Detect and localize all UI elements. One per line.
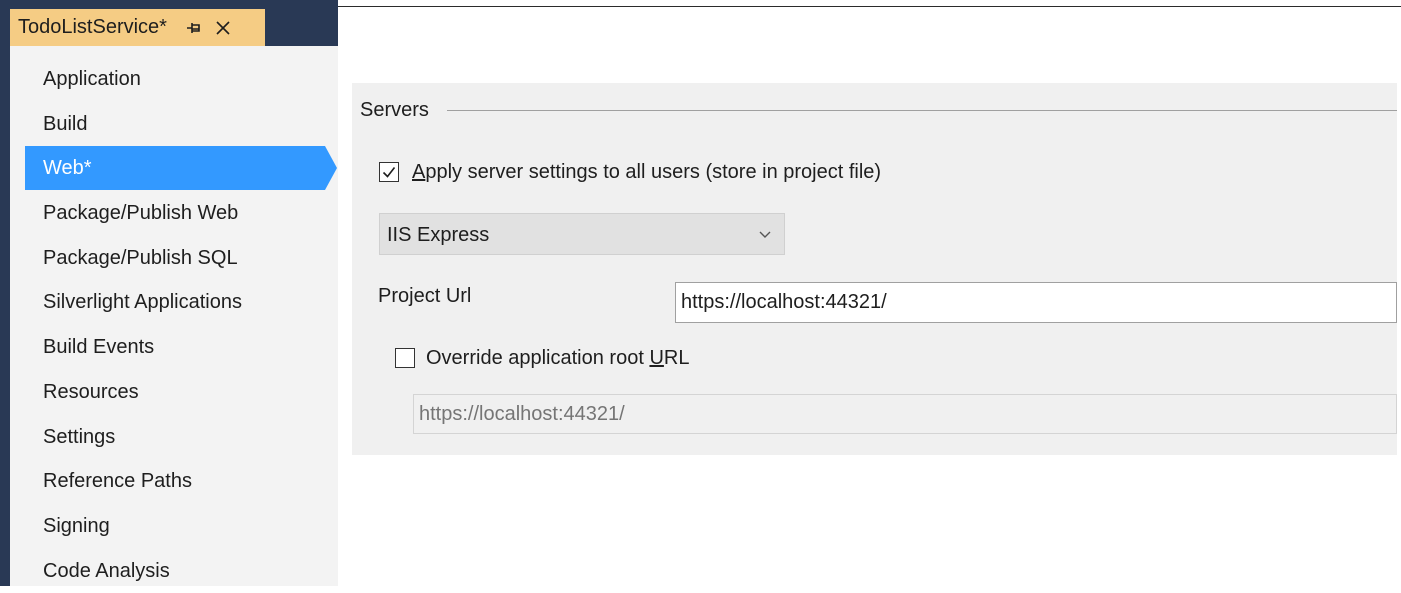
override-root-url-input[interactable] xyxy=(413,394,1397,434)
sidebar-item-package-publish-web[interactable]: Package/Publish Web xyxy=(25,191,325,235)
sidebar-item-settings[interactable]: Settings xyxy=(25,415,325,459)
sidebar-item-label: Build xyxy=(43,113,88,135)
selection-arrow-indicator xyxy=(325,146,337,190)
sidebar-item-reference-paths[interactable]: Reference Paths xyxy=(25,459,325,503)
document-top-border xyxy=(338,6,1401,7)
override-root-url-checkbox[interactable] xyxy=(395,348,415,368)
chevron-down-icon xyxy=(759,231,771,238)
sidebar-item-resources[interactable]: Resources xyxy=(25,370,325,414)
sidebar-item-label: Code Analysis xyxy=(43,560,170,582)
override-root-url-label[interactable]: Override application root URL xyxy=(426,347,689,370)
document-tab-title: TodoListService* xyxy=(18,16,167,38)
group-divider xyxy=(447,110,1397,111)
checkmark-icon xyxy=(382,167,396,178)
sidebar-item-label: Package/Publish Web xyxy=(43,202,239,224)
sidebar-item-label: Web* xyxy=(43,157,92,179)
sidebar-item-build-events[interactable]: Build Events xyxy=(25,325,325,369)
document-tab[interactable]: TodoListService* xyxy=(10,9,265,46)
sidebar-item-web[interactable]: Web* xyxy=(25,146,337,190)
sidebar-item-label: Silverlight Applications xyxy=(43,291,242,313)
sidebar-item-silverlight-applications[interactable]: Silverlight Applications xyxy=(25,280,325,324)
sidebar-item-build[interactable]: Build xyxy=(25,102,325,146)
sidebar-item-application[interactable]: Application xyxy=(25,57,325,101)
servers-group-title: Servers xyxy=(360,99,439,122)
sidebar-item-label: Application xyxy=(43,68,141,90)
sidebar-item-label: Settings xyxy=(43,426,116,448)
sidebar-item-code-analysis[interactable]: Code Analysis xyxy=(25,549,325,593)
sidebar-item-label: Reference Paths xyxy=(43,470,192,492)
sidebar-item-package-publish-sql[interactable]: Package/Publish SQL xyxy=(25,236,325,280)
project-url-input[interactable] xyxy=(675,282,1397,323)
pin-icon[interactable] xyxy=(185,19,203,37)
apply-all-users-checkbox[interactable] xyxy=(379,162,399,182)
server-type-select[interactable]: IIS Express xyxy=(379,213,785,255)
sidebar-item-label: Resources xyxy=(43,381,139,403)
sidebar-item-label: Build Events xyxy=(43,336,155,358)
servers-panel: Servers Apply server settings to all use… xyxy=(352,83,1397,455)
apply-all-users-label[interactable]: Apply server settings to all users (stor… xyxy=(412,161,881,184)
sidebar-item-label: Package/Publish SQL xyxy=(43,247,238,269)
sidebar-item-signing[interactable]: Signing xyxy=(25,504,325,548)
property-pages-sidebar: Application Build Web* Package/Publish W… xyxy=(10,46,338,586)
project-url-label: Project Url xyxy=(378,285,472,307)
sidebar-item-label: Signing xyxy=(43,515,110,537)
server-type-value: IIS Express xyxy=(387,224,490,246)
close-icon[interactable] xyxy=(214,19,232,37)
left-chrome-strip xyxy=(0,0,10,586)
